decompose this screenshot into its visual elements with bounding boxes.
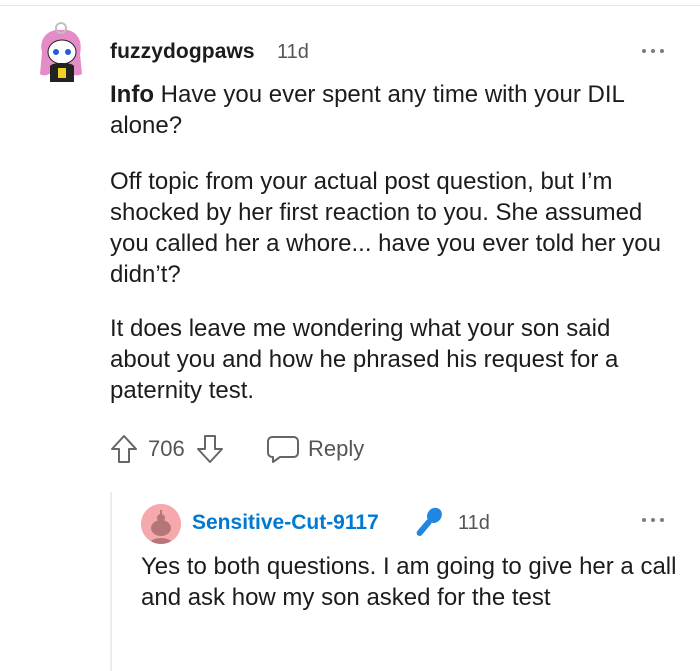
comment-paragraph-3: It does leave me wondering what your son…	[110, 315, 619, 404]
comment-username[interactable]: fuzzydogpaws	[110, 40, 255, 64]
reply-timestamp[interactable]: 11d	[458, 512, 490, 535]
reply-username[interactable]: Sensitive-Cut-9117	[192, 511, 379, 535]
user-avatar[interactable]	[34, 22, 88, 84]
vote-score: 706	[148, 436, 185, 461]
top-divider	[0, 5, 700, 6]
downvote-arrow-icon[interactable]	[196, 434, 224, 464]
thread-line[interactable]	[110, 492, 112, 671]
info-label: Info	[110, 81, 154, 108]
reply-more-options-icon[interactable]	[641, 515, 667, 525]
comment-paragraph-1: Info Have you ever spent any time with y…	[110, 79, 670, 141]
reply-user-avatar[interactable]	[141, 504, 181, 544]
comment-action-bar: 706 Reply	[110, 432, 410, 466]
comment-paragraph-2: Off topic from your actual post question…	[110, 168, 661, 288]
microphone-icon	[408, 503, 448, 543]
reply-button[interactable]: Reply	[266, 432, 376, 466]
more-options-icon[interactable]	[641, 46, 667, 56]
comment-paragraph-1-text: Have you ever spent any time with your D…	[110, 81, 624, 139]
speech-bubble-icon	[267, 436, 299, 463]
comment-timestamp[interactable]: 11d	[277, 41, 309, 64]
reply-text: Yes to both questions. I am going to giv…	[141, 553, 677, 611]
reply-label: Reply	[308, 436, 365, 461]
upvote-arrow-icon[interactable]	[110, 434, 138, 464]
